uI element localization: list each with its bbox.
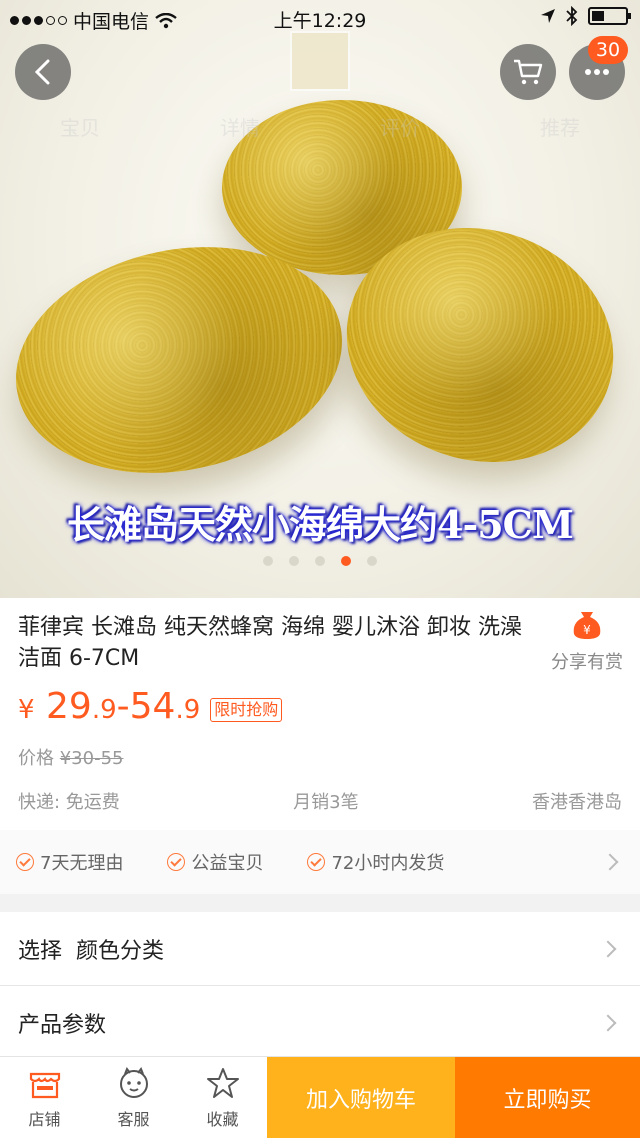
select-color-label: 选择 颜色分类 — [18, 938, 164, 964]
monthly-sales: 月销3笔 — [293, 792, 359, 813]
svg-text:¥: ¥ — [583, 623, 591, 637]
cart-icon — [514, 59, 543, 85]
shop-button[interactable]: 店铺 — [0, 1057, 89, 1138]
location-arrow-icon — [541, 9, 555, 23]
tab-details[interactable]: 详情 — [220, 112, 260, 141]
shop-label: 店铺 — [28, 1109, 61, 1129]
shop-icon — [29, 1072, 60, 1098]
price-range: ¥ 29.9-54.9 — [18, 686, 201, 727]
check-circle-icon — [16, 853, 34, 871]
cart-button[interactable] — [500, 44, 556, 100]
chevron-right-icon — [599, 940, 617, 957]
battery-icon — [588, 7, 631, 25]
product-params-label: 产品参数 — [18, 1013, 107, 1038]
carousel-dot-active[interactable] — [341, 556, 351, 566]
product-info-panel: 菲律宾 长滩岛 纯天然蜂窝 海绵 婴儿沐浴 卸妆 洗澡 洁面 6-7CM ¥ 分… — [0, 598, 640, 830]
image-caption: 长滩岛天然小海绵大约4-5CM — [67, 502, 574, 547]
guarantee-item: 72小时内发货 — [307, 849, 444, 875]
product-detail-page: 长滩岛天然小海绵大约4-5CM 中国电信 上午12:29 宝贝 详情 评价 推荐… — [0, 0, 640, 1138]
more-icon — [585, 69, 609, 75]
check-circle-icon — [167, 853, 186, 871]
chevron-right-icon — [601, 853, 619, 871]
product-title: 菲律宾 长滩岛 纯天然蜂窝 海绵 婴儿沐浴 卸妆 洗澡 洁面 6-7CM — [18, 615, 522, 671]
original-price: 价格 ¥30-55 — [18, 748, 124, 769]
carousel-dot[interactable] — [263, 556, 273, 566]
service-button[interactable]: 客服 — [89, 1057, 178, 1138]
carousel-dot[interactable] — [367, 556, 377, 566]
faded-tabs: 宝贝 详情 评价 推荐 — [0, 112, 640, 141]
product-params-row[interactable]: 产品参数 — [0, 986, 640, 1060]
carousel-dot[interactable] — [315, 556, 325, 566]
carousel-dot[interactable] — [289, 556, 299, 566]
favorite-label: 收藏 — [206, 1109, 239, 1129]
price-row: ¥ 29.9-54.9 限时抢购 — [18, 686, 283, 727]
carousel-dots — [0, 556, 640, 566]
share-reward-button[interactable]: ¥ 分享有赏 — [542, 608, 632, 674]
favorite-button[interactable]: 收藏 — [178, 1057, 267, 1138]
share-label: 分享有赏 — [551, 652, 623, 673]
guarantee-row[interactable]: 7天无理由 公益宝贝 72小时内发货 — [0, 830, 640, 894]
service-icon — [119, 1066, 148, 1098]
tab-baby[interactable]: 宝贝 — [60, 112, 100, 141]
star-icon — [206, 1067, 239, 1098]
product-meta: 快递: 免运费 月销3笔 香港香港岛 — [18, 788, 622, 814]
guarantee-item: 7天无理由 — [16, 849, 123, 875]
select-color-row[interactable]: 选择 颜色分类 — [0, 912, 640, 986]
cart-count-badge: 30 — [588, 36, 628, 64]
money-bag-icon: ¥ — [573, 612, 601, 639]
status-right — [540, 6, 631, 26]
check-circle-icon — [307, 853, 326, 871]
tab-reviews[interactable]: 评价 — [380, 112, 420, 141]
buy-now-button[interactable]: 立即购买 — [455, 1057, 640, 1138]
back-button[interactable] — [15, 44, 71, 100]
add-to-cart-button[interactable]: 加入购物车 — [267, 1057, 455, 1138]
promo-tag: 限时抢购 — [210, 697, 283, 722]
bottom-action-bar: 店铺 客服 收藏 加入购物车 立即购买 — [0, 1056, 640, 1138]
tab-recommend[interactable]: 推荐 — [540, 112, 580, 141]
guarantee-item: 公益宝贝 — [167, 849, 263, 875]
ship-location: 香港香港岛 — [532, 792, 622, 813]
bluetooth-icon — [566, 6, 578, 26]
header-thumbnail — [290, 31, 350, 91]
shipping-info: 快递: 免运费 — [18, 792, 120, 813]
back-icon — [34, 59, 50, 85]
service-label: 客服 — [117, 1109, 150, 1129]
chevron-right-icon — [599, 1014, 617, 1032]
